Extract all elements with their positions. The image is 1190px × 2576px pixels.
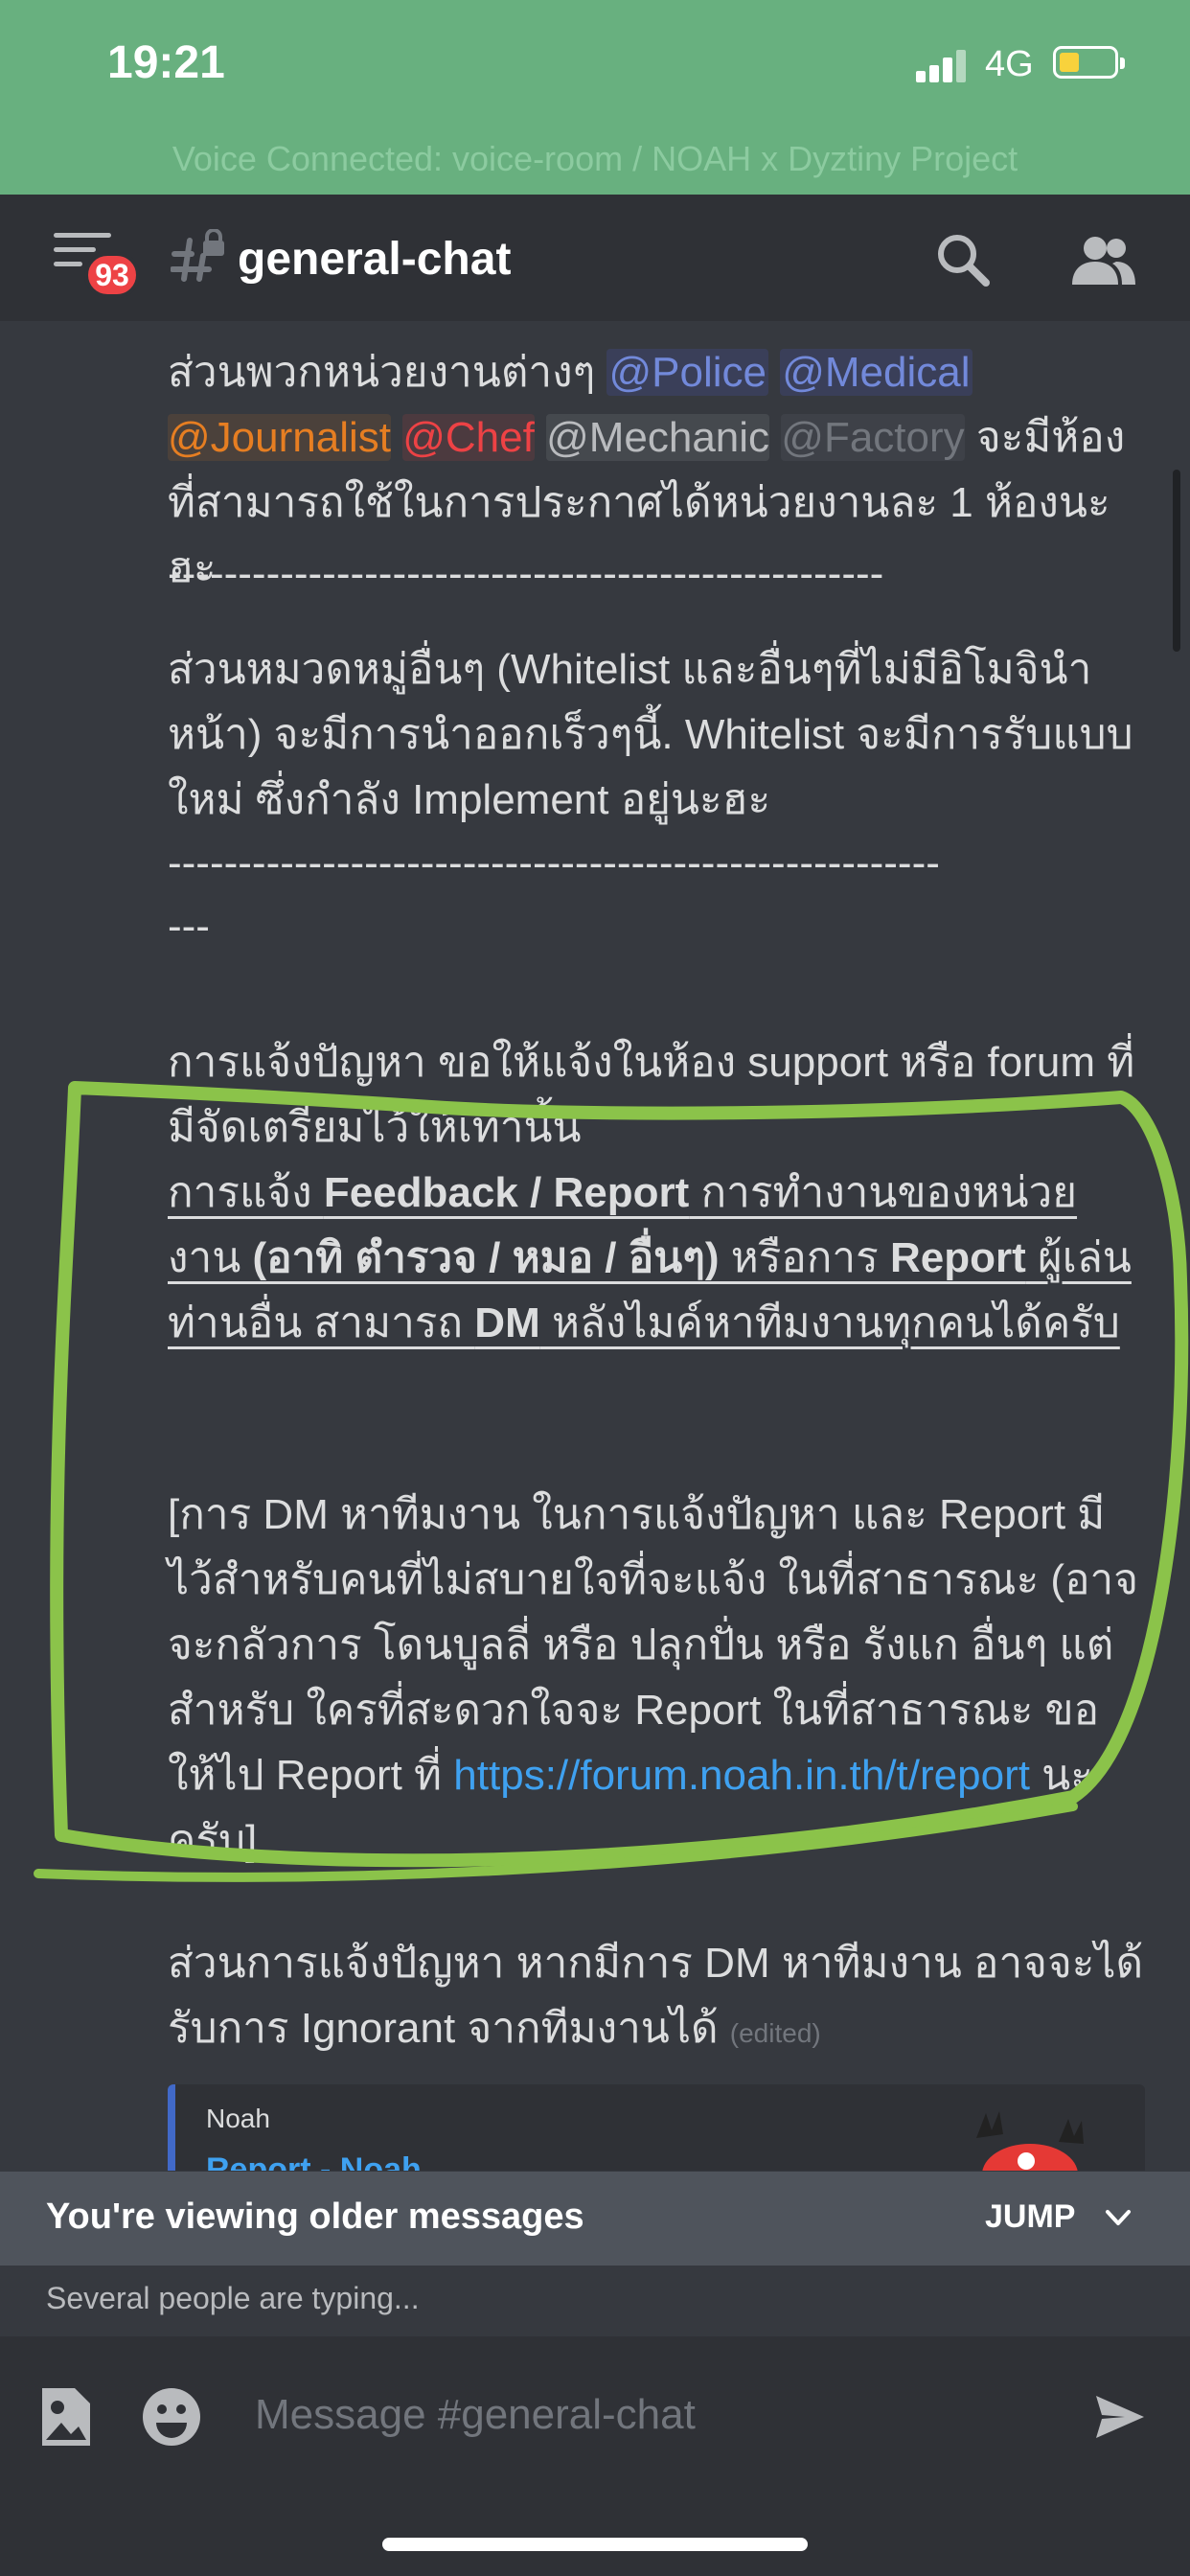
message-input[interactable] [230,2371,1073,2459]
divider-text-tail: --- [168,903,210,950]
embed-title[interactable]: Report - Noah [206,2151,422,2171]
edited-label: (edited) [729,2018,821,2048]
message-feedback: การแจ้ง Feedback / Report การทำงานของหน่… [168,1161,1145,1356]
channel-hash-lock-icon [171,229,224,282]
message-support: การแจ้งปัญหา ขอให้แจ้งในห้อง support หรื… [168,1039,1135,1151]
jump-button[interactable]: JUMP [985,2198,1075,2236]
mention-journalist[interactable]: @Journalist [168,414,391,461]
message-text: ส่วนการแจ้งปัญหา หากมีการ DM หาทีมงาน อา… [168,1940,1144,2052]
message-composer [0,2336,1190,2576]
message-text: หลังไมค์หาทีมงานทุกคนได้ครับ [539,1300,1120,1346]
typing-text: Several people are typing... [46,2281,420,2315]
unread-badge: 93 [84,252,140,298]
members-icon[interactable] [1068,235,1137,287]
search-icon[interactable] [934,231,992,288]
send-icon[interactable] [1092,2392,1148,2442]
status-bar: 19:21 4G Voice Connected: voice-room / N… [0,0,1190,195]
mention-mechanic[interactable]: @Mechanic [546,414,770,461]
channel-title: general-chat [238,234,512,285]
message-ignorant: ส่วนการแจ้งปัญหา หากมีการ DM หาทีมงาน อา… [168,1931,1145,2066]
message-list[interactable]: ส่วนพวกหน่วยงานต่างๆ @Police @Medical @J… [0,321,1190,2171]
mention-chef[interactable]: @Chef [402,414,535,461]
message-categories: ส่วนหมวดหมู่อื่นๆ (Whitelist และอื่นๆที่… [168,646,1133,823]
divider-text: ----------------------------------------… [168,840,940,886]
older-messages-text: You're viewing older messages [46,2196,584,2237]
embed-author: Noah [206,2104,270,2133]
forum-report-link[interactable]: https://forum.noah.in.th/t/report [453,1752,1030,1799]
message-text: การแจ้ง [168,1169,324,1216]
message-dm-note: [การ DM หาทีมงาน ในการแจ้งปัญหา และ Repo… [168,1483,1145,1874]
message-text: หรือการ [719,1234,890,1281]
divider-text: ----------------------------------------… [168,550,884,597]
message-text: ส่วนพวกหน่วยงานต่างๆ [168,349,607,396]
mention-factory[interactable]: @Factory [781,414,965,461]
scrollbar[interactable] [1173,470,1180,652]
emoji-icon[interactable] [141,2386,202,2448]
gallery-icon[interactable] [38,2384,94,2450]
link-embed[interactable]: Noah Report - Noah [168,2084,1145,2171]
mention-medical[interactable]: @Medical [780,349,973,396]
bold-text: (อาทิ ตำรวจ / หมอ / อื่นๆ) [252,1234,720,1281]
mascot-thumbnail [976,2111,1084,2171]
network-type: 4G [985,44,1034,84]
signal-icon [916,50,966,82]
bold-text: Feedback / Report [323,1169,690,1216]
mention-police[interactable]: @Police [606,349,768,396]
home-indicator [382,2538,808,2551]
typing-indicator: Several people are typing... [0,2266,1190,2338]
older-messages-bar[interactable]: You're viewing older messages JUMP [0,2172,1190,2266]
status-time: 19:21 [107,37,225,88]
bold-text: Report [890,1234,1026,1281]
chevron-down-icon[interactable] [1104,2206,1133,2229]
battery-icon [1053,46,1125,79]
bold-text: DM [474,1300,540,1346]
channel-header: 93 general-chat [0,195,1190,321]
voice-connected-banner[interactable]: Voice Connected: voice-room / NOAH x Dyz… [0,139,1190,179]
